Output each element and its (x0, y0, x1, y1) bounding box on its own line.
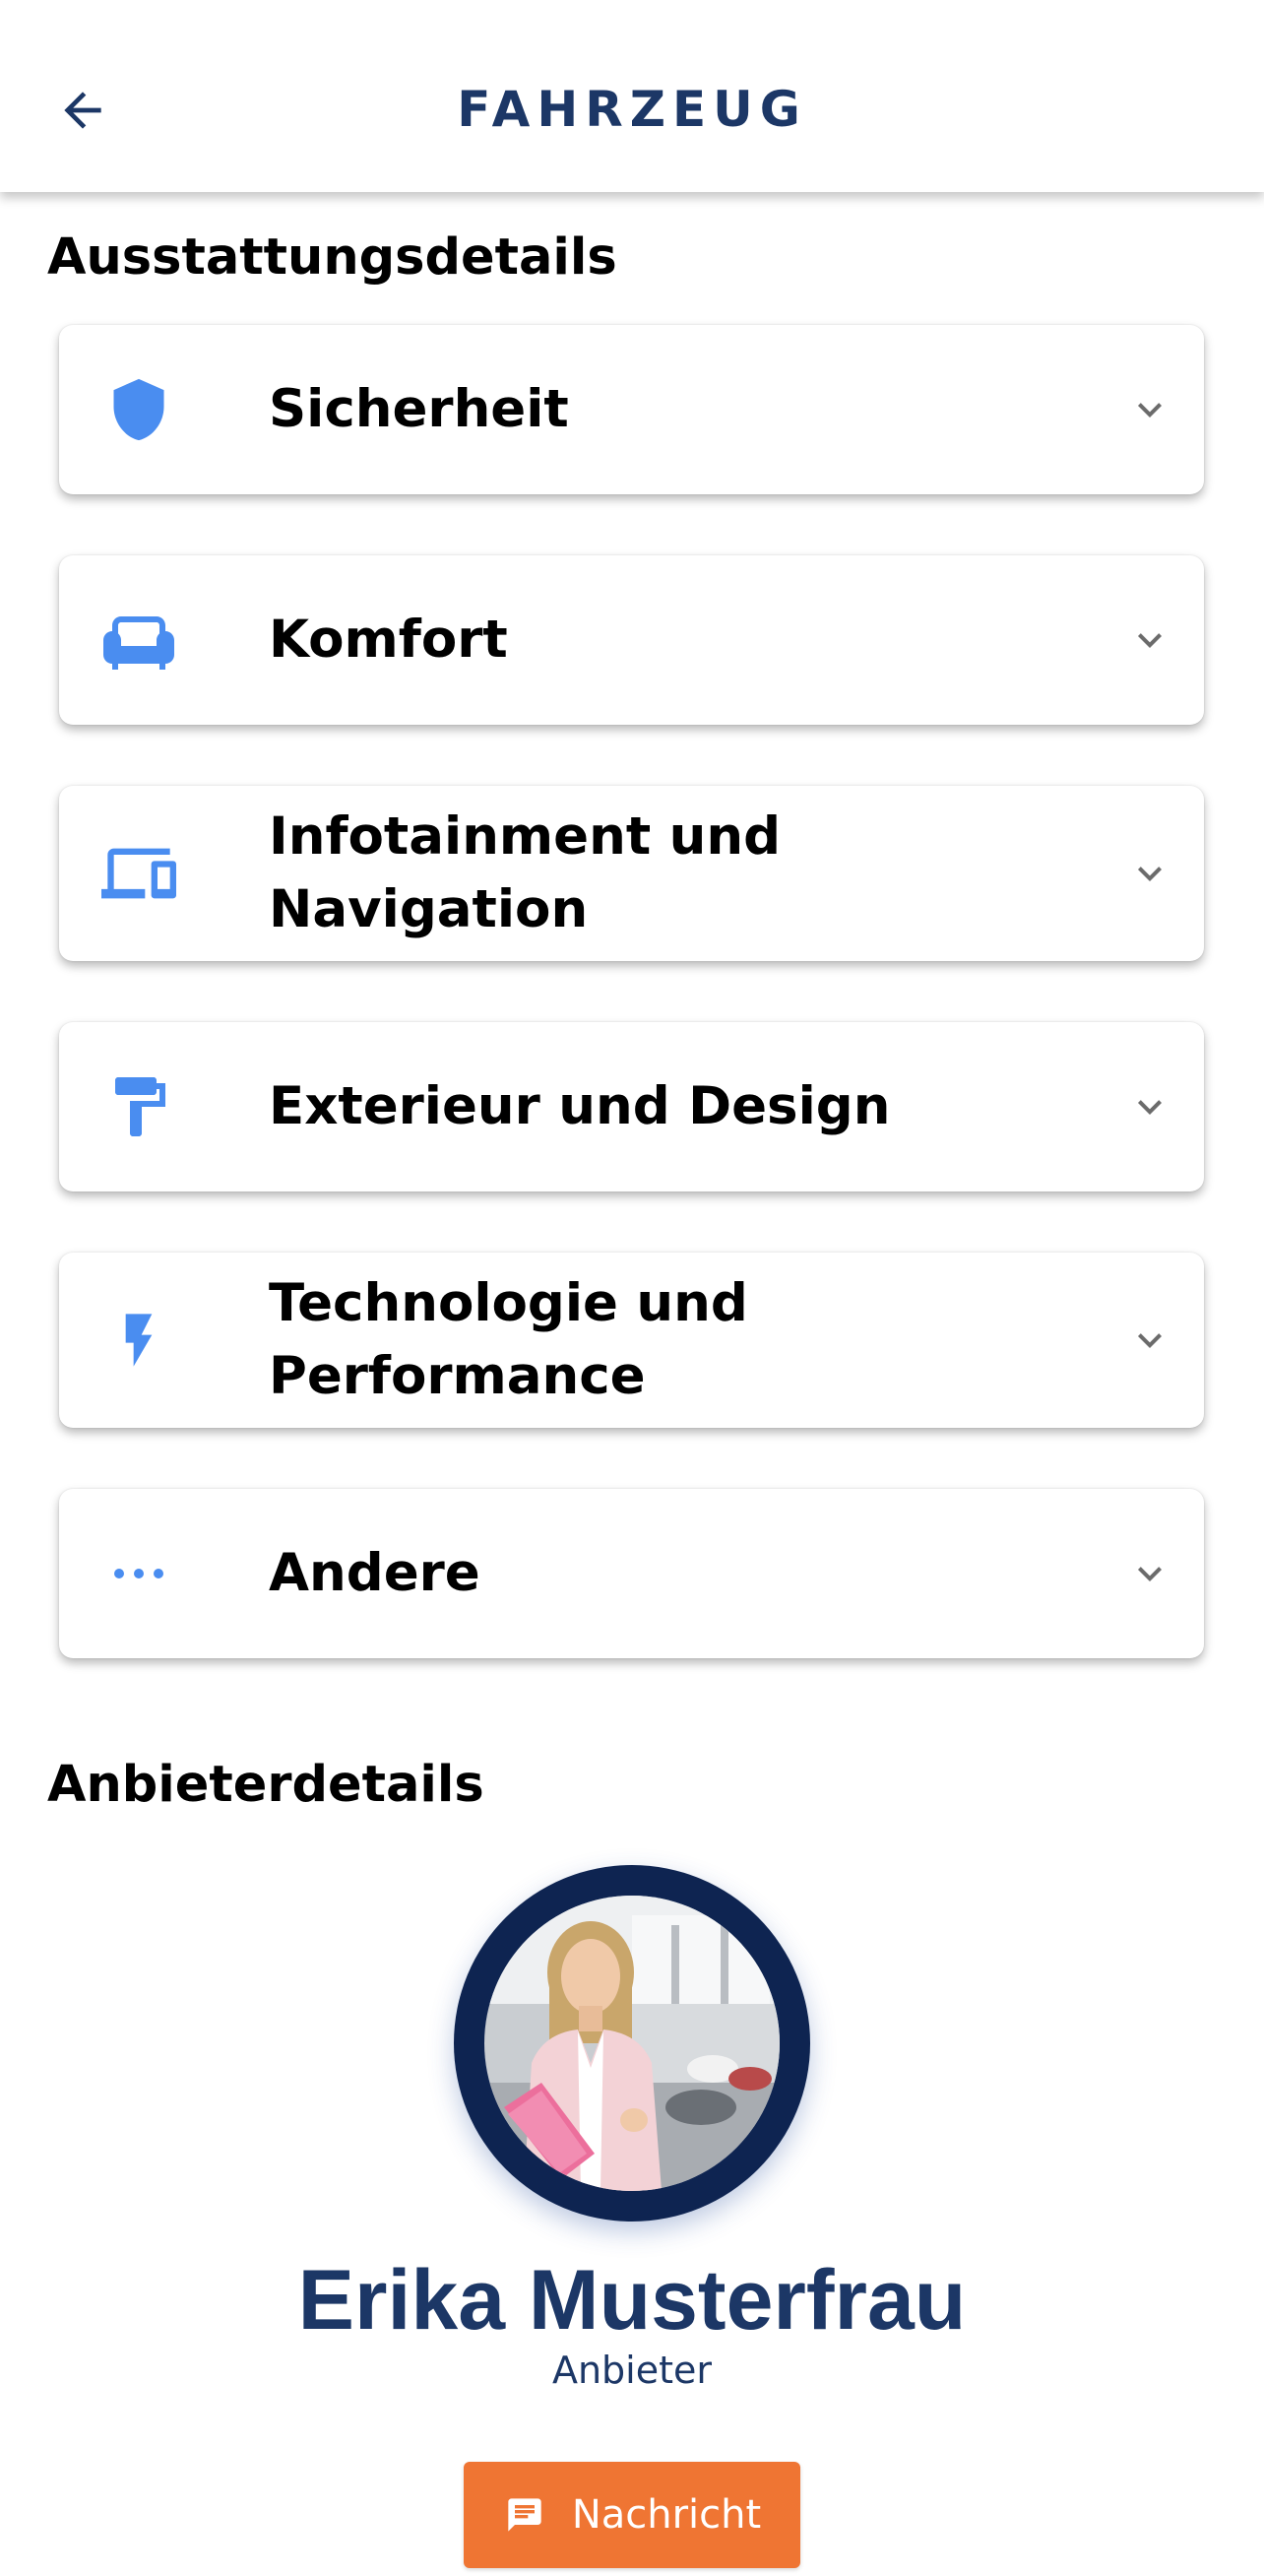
equipment-item-label: Sicherheit (269, 379, 569, 439)
shield-icon (99, 370, 178, 449)
paint-roller-icon (99, 1067, 178, 1146)
devices-icon (99, 834, 178, 913)
chat-message-icon (503, 2493, 546, 2537)
equipment-item-label: Exterieur und Design (269, 1076, 891, 1136)
chevron-down-icon[interactable] (1125, 1549, 1174, 1598)
chevron-down-icon[interactable] (1125, 849, 1174, 898)
equipment-item-label: Andere (269, 1543, 480, 1603)
chevron-down-icon[interactable] (1125, 385, 1174, 434)
equipment-item-technologie[interactable]: Technologie und Performance (59, 1253, 1204, 1428)
armchair-icon (99, 601, 178, 679)
chevron-down-icon[interactable] (1125, 1316, 1174, 1365)
equipment-item-label: Technologie und Performance (269, 1273, 748, 1406)
vendor-heading: Anbieterdetails (47, 1756, 484, 1814)
page-title: FAHRZEUG (457, 81, 807, 138)
equipment-item-label: Komfort (269, 610, 508, 670)
vendor-name: Erika Musterfrau (297, 2253, 967, 2348)
equipment-heading: Ausstattungsdetails (47, 228, 617, 287)
app-bar: FAHRZEUG (0, 0, 1264, 192)
equipment-item-infotainment[interactable]: Infotainment und Navigation (59, 786, 1204, 961)
equipment-item-andere[interactable]: Andere (59, 1489, 1204, 1658)
vendor-photo (484, 1896, 780, 2191)
vendor-role: Anbieter (551, 2349, 713, 2392)
equipment-item-exterieur[interactable]: Exterieur und Design (59, 1022, 1204, 1191)
chevron-down-icon[interactable] (1125, 1082, 1174, 1131)
lightning-bolt-icon (99, 1301, 178, 1380)
equipment-item-komfort[interactable]: Komfort (59, 555, 1204, 725)
equipment-item-label: Infotainment und Navigation (269, 806, 782, 939)
chevron-down-icon[interactable] (1125, 615, 1174, 665)
message-button[interactable]: Nachricht (464, 2462, 800, 2568)
message-button-label: Nachricht (571, 2492, 762, 2538)
avatar[interactable] (454, 1865, 810, 2222)
more-dots-icon (99, 1534, 178, 1613)
equipment-item-sicherheit[interactable]: Sicherheit (59, 325, 1204, 494)
